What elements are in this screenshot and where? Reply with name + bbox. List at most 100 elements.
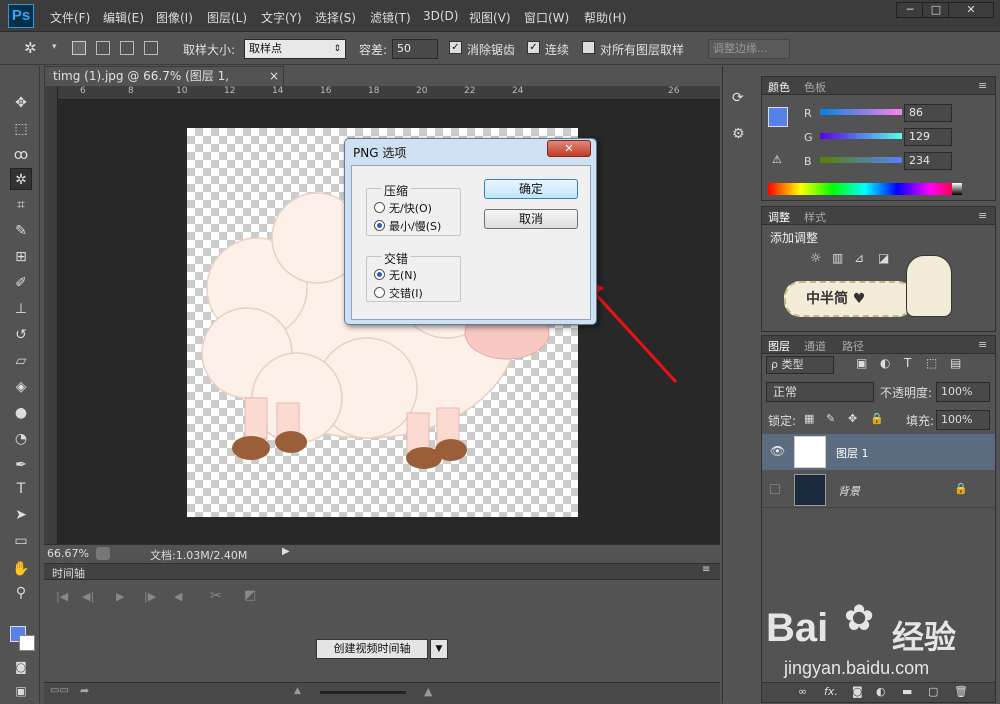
layer-row[interactable]: 背景 🔒 xyxy=(762,472,995,508)
curves-icon[interactable]: ⊿ xyxy=(854,251,864,265)
menu-window[interactable]: 窗口(W) xyxy=(524,9,569,26)
background-color-swatch[interactable] xyxy=(19,635,35,651)
quick-mask-icon[interactable]: ◙ xyxy=(10,656,32,678)
close-window-button[interactable]: ✕ xyxy=(948,2,994,18)
brush-tool-icon[interactable]: ✐ xyxy=(10,272,32,294)
tab-layers[interactable]: 图层 xyxy=(768,338,790,354)
transition-icon[interactable]: ◩ xyxy=(244,588,256,603)
minimize-button[interactable]: ─ xyxy=(896,2,924,18)
antialias-checkbox[interactable]: ✓ xyxy=(449,41,462,54)
lock-move-icon[interactable]: ✥ xyxy=(848,412,857,425)
layer-row[interactable]: 👁 图层 1 xyxy=(762,434,995,470)
cancel-button[interactable]: 取消 xyxy=(484,209,578,229)
create-video-timeline-button[interactable]: 创建视频时间轴 xyxy=(316,639,428,659)
brightness-icon[interactable]: ☼ xyxy=(810,251,822,266)
lock-paint-icon[interactable]: ✎ xyxy=(826,412,835,425)
filter-adjust-icon[interactable]: ◐ xyxy=(880,356,890,370)
compress-none-label[interactable]: 无/快(O) xyxy=(389,200,432,216)
opacity-input[interactable]: 100% xyxy=(936,382,990,402)
magic-wand-tool-icon[interactable]: ✲ xyxy=(10,168,32,190)
subtract-selection-icon[interactable] xyxy=(120,41,134,55)
eyedropper-tool-icon[interactable]: ✎ xyxy=(10,220,32,242)
healing-tool-icon[interactable]: ⊞ xyxy=(10,246,32,268)
blend-mode-select[interactable]: 正常 xyxy=(766,382,874,402)
lock-all-icon[interactable]: 🔒 xyxy=(870,412,884,425)
zoom-slider[interactable] xyxy=(320,691,406,694)
tolerance-input[interactable]: 50 xyxy=(392,39,438,59)
maximize-button[interactable]: □ xyxy=(922,2,950,18)
move-tool-icon[interactable]: ✥ xyxy=(10,92,32,114)
tab-swatches[interactable]: 色板 xyxy=(804,79,826,95)
shape-tool-icon[interactable]: ▭ xyxy=(10,530,32,552)
visibility-eye-icon[interactable]: 👁 xyxy=(770,444,785,458)
contiguous-checkbox[interactable]: ✓ xyxy=(527,41,540,54)
g-slider[interactable] xyxy=(820,133,902,139)
levels-icon[interactable]: ▥ xyxy=(832,251,843,265)
menu-help[interactable]: 帮助(H) xyxy=(584,9,626,26)
filter-type-icon[interactable]: T xyxy=(904,356,911,370)
layer-name[interactable]: 图层 1 xyxy=(836,445,869,461)
menu-layer[interactable]: 图层(L) xyxy=(207,9,247,26)
menu-edit[interactable]: 编辑(E) xyxy=(103,9,144,26)
layer-filter-select[interactable]: ρ 类型 xyxy=(766,356,834,374)
filter-pixel-icon[interactable]: ▣ xyxy=(856,356,867,370)
menu-select[interactable]: 选择(S) xyxy=(315,9,356,26)
b-value-input[interactable]: 234 xyxy=(904,152,952,170)
g-value-input[interactable]: 129 xyxy=(904,128,952,146)
filter-smart-icon[interactable]: ▤ xyxy=(950,356,961,370)
compress-small-label[interactable]: 最小/慢(S) xyxy=(389,218,441,234)
menu-image[interactable]: 图像(I) xyxy=(156,9,193,26)
ok-button[interactable]: 确定 xyxy=(484,179,578,199)
filter-shape-icon[interactable]: ⬚ xyxy=(926,356,937,370)
zoom-out-icon[interactable]: ▲ xyxy=(294,686,301,696)
foreground-color-chip[interactable] xyxy=(768,107,788,127)
screen-mode-icon[interactable]: ▣ xyxy=(10,680,32,702)
exposure-icon[interactable]: ◪ xyxy=(878,251,889,265)
r-value-input[interactable]: 86 xyxy=(904,104,952,122)
first-frame-icon[interactable]: |◀ xyxy=(56,590,68,603)
compress-none-radio[interactable] xyxy=(374,202,385,213)
dodge-tool-icon[interactable]: ◔ xyxy=(10,428,32,450)
dialog-close-button[interactable]: ✕ xyxy=(547,140,591,157)
lasso-tool-icon[interactable]: ꝏ xyxy=(10,144,32,166)
compress-small-radio[interactable] xyxy=(374,220,385,231)
add-selection-icon[interactable] xyxy=(96,41,110,55)
eraser-tool-icon[interactable]: ▱ xyxy=(10,350,32,372)
menu-3d[interactable]: 3D(D) xyxy=(423,9,458,23)
r-slider[interactable] xyxy=(820,109,902,115)
interlace-on-radio[interactable] xyxy=(374,287,385,298)
stamp-tool-icon[interactable]: ⊥ xyxy=(10,298,32,320)
crop-tool-icon[interactable]: ⌗ xyxy=(10,194,32,216)
sample-size-select[interactable]: 取样点 ⇕ xyxy=(244,39,346,59)
tab-channels[interactable]: 通道 xyxy=(804,338,826,354)
magic-wand-icon[interactable]: ✲ xyxy=(24,39,37,57)
menu-view[interactable]: 视图(V) xyxy=(469,9,511,26)
menu-type[interactable]: 文字(Y) xyxy=(261,9,302,26)
color-spectrum-ramp[interactable] xyxy=(768,183,962,195)
play-icon[interactable]: ▶ xyxy=(116,590,124,603)
next-frame-icon[interactable]: |▶ xyxy=(144,590,156,603)
scissors-icon[interactable]: ✂ xyxy=(210,588,222,604)
new-selection-icon[interactable] xyxy=(72,41,86,55)
tab-styles[interactable]: 样式 xyxy=(804,209,826,225)
visibility-toggle[interactable] xyxy=(770,484,780,494)
panel-menu-icon[interactable]: ≡ xyxy=(702,564,710,575)
chevron-down-icon[interactable]: ▾ xyxy=(52,42,57,52)
tab-paths[interactable]: 路径 xyxy=(842,338,864,354)
lock-transparent-icon[interactable]: ▦ xyxy=(804,412,814,425)
chevron-down-icon[interactable]: ▼ xyxy=(430,639,448,659)
interlace-none-radio[interactable] xyxy=(374,269,385,280)
tab-color[interactable]: 颜色 xyxy=(768,79,790,95)
history-panel-icon[interactable]: ⟳ xyxy=(732,90,744,106)
menu-filter[interactable]: 滤镜(T) xyxy=(370,9,411,26)
all-layers-checkbox[interactable] xyxy=(582,41,595,54)
zoom-in-icon[interactable]: ▲ xyxy=(424,685,432,698)
prev-frame-icon[interactable]: ◀| xyxy=(82,590,94,603)
tab-adjustments[interactable]: 调整 xyxy=(768,209,790,225)
intersect-selection-icon[interactable] xyxy=(144,41,158,55)
panel-menu-icon[interactable]: ≡ xyxy=(978,338,987,351)
bucket-tool-icon[interactable]: ◈ xyxy=(10,376,32,398)
history-brush-icon[interactable]: ↺ xyxy=(10,324,32,346)
interlace-on-label[interactable]: 交错(I) xyxy=(389,285,423,301)
refine-edge-button[interactable]: 调整边缘... xyxy=(708,39,790,59)
